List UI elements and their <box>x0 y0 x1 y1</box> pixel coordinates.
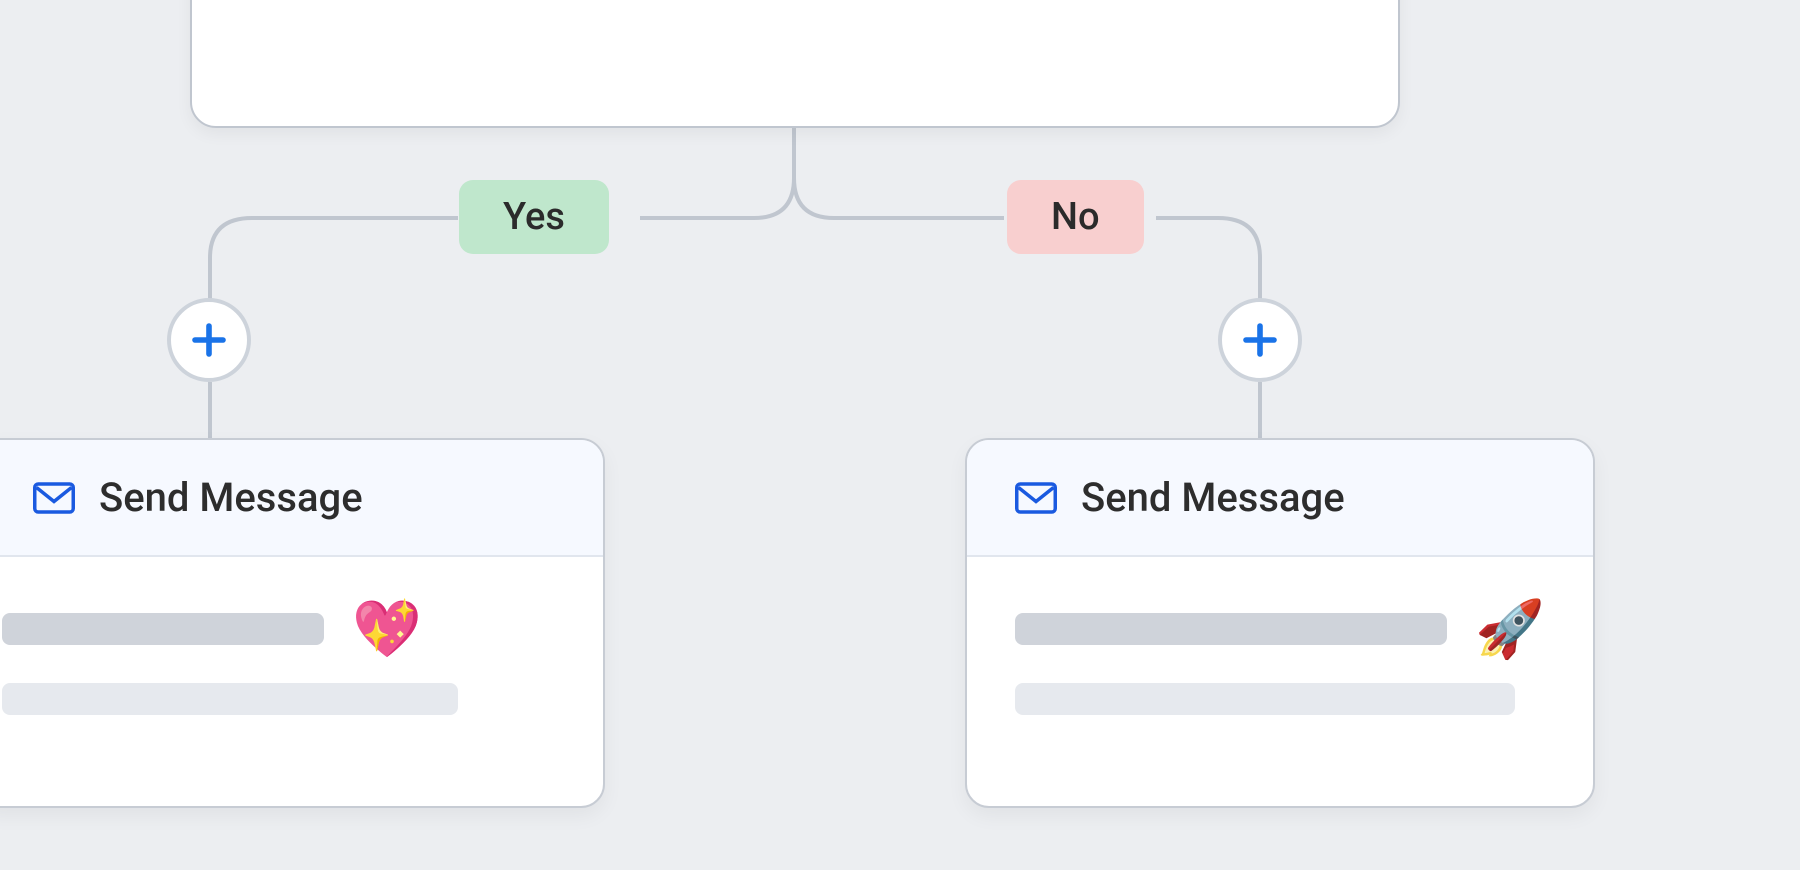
message-placeholder-line <box>1015 613 1447 645</box>
branch-chip-yes[interactable]: Yes <box>459 180 609 254</box>
mail-icon <box>33 481 75 515</box>
add-step-button-yes[interactable] <box>167 298 251 382</box>
branch-label-no: No <box>1051 195 1100 239</box>
card-body: 💖 <box>0 557 603 771</box>
plus-icon <box>188 319 230 361</box>
action-card-send-message-yes[interactable]: Send Message 💖 <box>0 438 605 808</box>
card-header: Send Message <box>0 440 603 557</box>
message-placeholder-line <box>2 613 324 645</box>
card-title: Send Message <box>1081 474 1345 521</box>
flow-canvas[interactable]: Yes No Send Message 💖 <box>0 0 1800 870</box>
branch-label-yes: Yes <box>503 195 565 239</box>
add-step-button-no[interactable] <box>1218 298 1302 382</box>
card-title: Send Message <box>99 474 363 521</box>
mail-icon <box>1015 481 1057 515</box>
card-body: 🚀 <box>967 557 1593 771</box>
heart-sparkle-emoji: 💖 <box>352 601 422 657</box>
plus-icon <box>1239 319 1281 361</box>
parent-node[interactable] <box>190 0 1400 128</box>
message-placeholder-line <box>2 683 458 715</box>
card-header: Send Message <box>967 440 1593 557</box>
message-placeholder-line <box>1015 683 1515 715</box>
rocket-emoji: 🚀 <box>1475 601 1545 657</box>
branch-chip-no[interactable]: No <box>1007 180 1144 254</box>
action-card-send-message-no[interactable]: Send Message 🚀 <box>965 438 1595 808</box>
